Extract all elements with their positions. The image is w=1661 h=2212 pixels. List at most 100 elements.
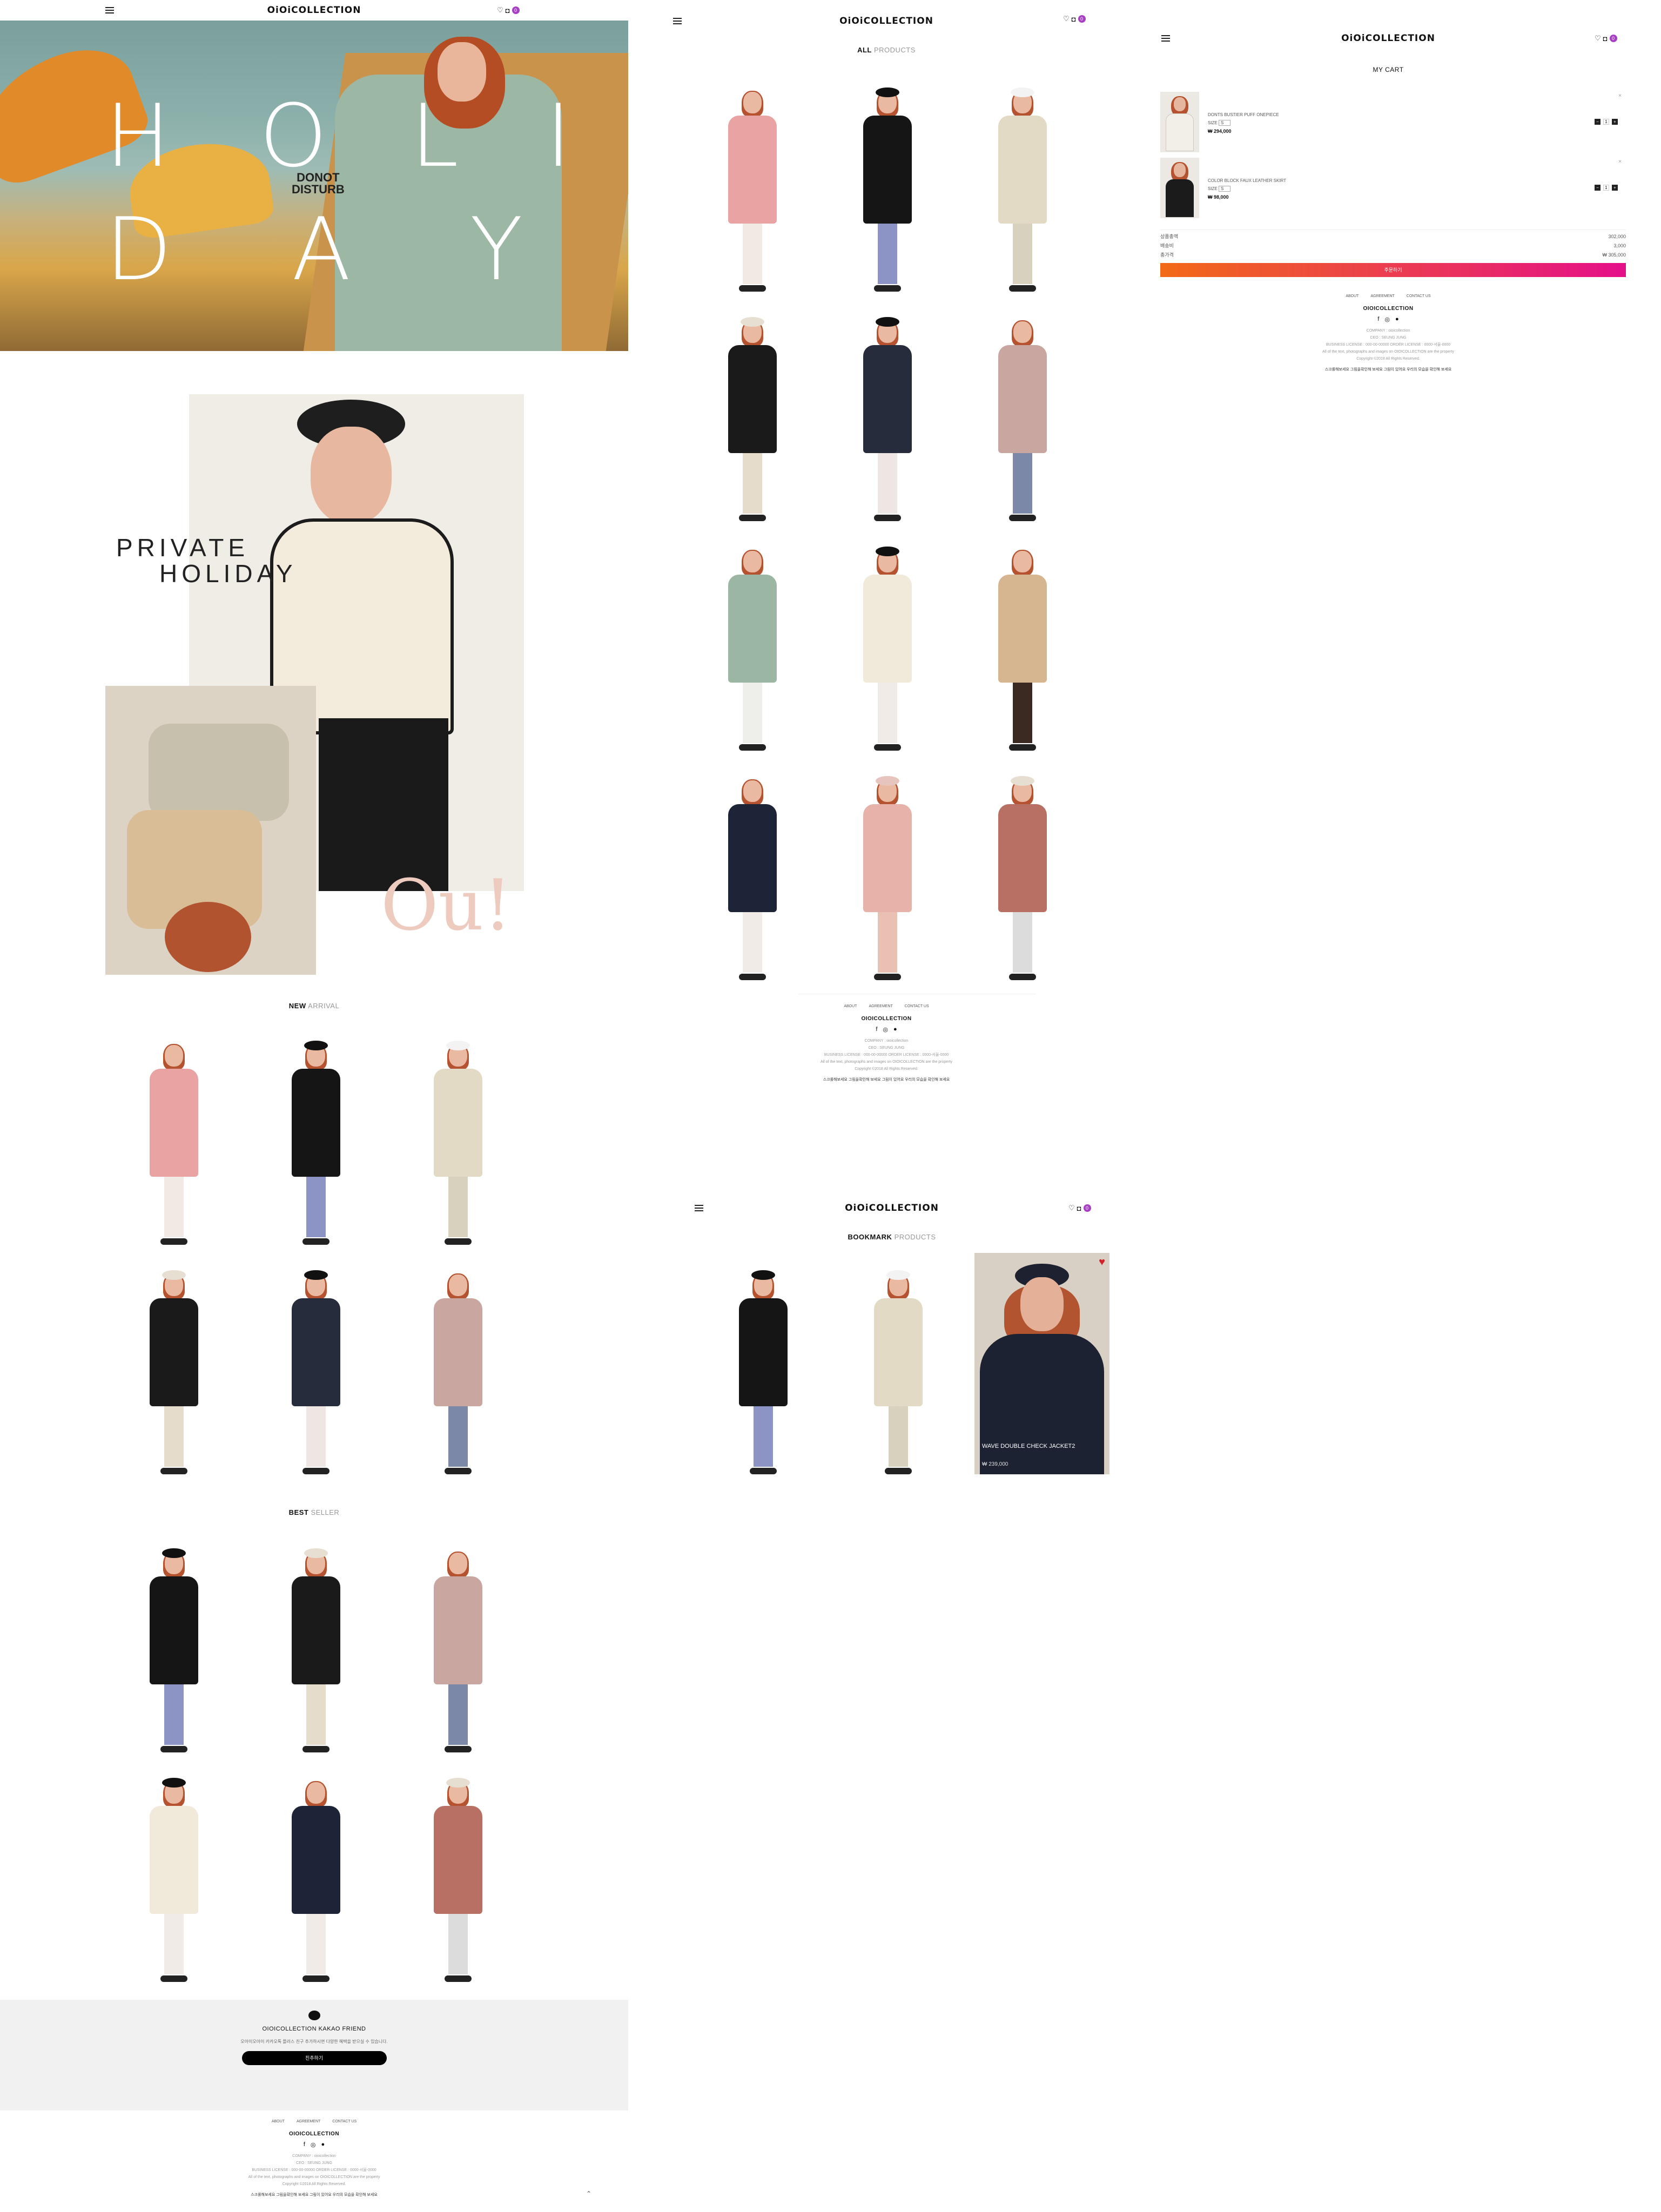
remove-icon[interactable]: × [1618,159,1622,165]
footer-link[interactable]: CONTACT US [1407,294,1431,298]
product-card[interactable] [685,764,820,980]
product-card[interactable] [387,1029,529,1245]
product-card[interactable] [831,1253,966,1474]
hero-banner[interactable]: H O L I D A Y DONOT DISTURB [0,21,628,351]
bag-icon[interactable]: ◘ [1603,35,1608,43]
model-figure [434,1273,483,1474]
size-label: SIZE [1208,120,1218,125]
logo[interactable]: OiOiCOLLECTION [845,1203,939,1213]
heart-icon[interactable]: ♥ [1099,1256,1105,1269]
product-card[interactable] [685,535,820,751]
hamburger-icon[interactable] [695,1205,703,1211]
footer-link[interactable]: AGREEMENT [869,1004,892,1008]
footer-link[interactable]: AGREEMENT [297,2120,320,2123]
heart-icon[interactable]: ♡ [1063,15,1070,23]
bag-icon[interactable]: ◘ [506,6,510,15]
header-icons: ♡ ◘ 0 [497,6,520,15]
footer-link[interactable]: AGREEMENT [1370,294,1394,298]
product-card[interactable] [103,1258,245,1474]
product-card[interactable] [685,305,820,521]
cart-item-image[interactable] [1160,92,1199,152]
title-light: PRODUCTS [873,46,916,54]
kakao-icon[interactable]: ● [1395,316,1399,323]
shoes-shape [445,1975,472,1982]
size-select[interactable]: S [1219,120,1231,126]
logo[interactable]: OiOiCOLLECTION [1341,33,1435,44]
bag-icon[interactable]: ◘ [1077,1204,1081,1212]
product-card[interactable] [245,1536,387,1752]
model-figure [434,1041,483,1245]
instagram-icon[interactable]: ◎ [1384,316,1390,323]
hat-shape [1011,87,1034,97]
product-card[interactable] [245,1029,387,1245]
product-card[interactable] [245,1766,387,1982]
bag-icon[interactable]: ◘ [1072,15,1076,23]
qty-value[interactable]: 1 [1603,119,1609,125]
heart-icon[interactable]: ♡ [1595,34,1601,43]
product-card[interactable] [820,305,955,521]
product-card[interactable] [387,1766,529,1982]
hamburger-icon[interactable] [105,7,114,14]
heart-icon[interactable]: ♡ [1068,1204,1075,1212]
hat-shape [162,1270,186,1280]
cart-item-size: SIZE S [1208,120,1231,126]
product-card[interactable] [820,764,955,980]
hamburger-icon[interactable] [1161,35,1170,42]
info-line: COMPANY : oioicollection [1366,329,1410,333]
product-card[interactable] [696,1253,831,1474]
qty-minus-button[interactable]: − [1595,119,1601,125]
footer-link[interactable]: CONTACT US [332,2120,357,2123]
hero-letter: A [292,199,351,300]
bookmark-featured-card[interactable]: ♥ WAVE DOUBLE CHECK JACKET2 ₩ 239,000 [974,1253,1109,1474]
hat-shape [304,1041,328,1050]
product-card[interactable] [103,1766,245,1982]
size-select[interactable]: S [1219,186,1231,192]
model-figure [434,1778,483,1982]
footer-logo[interactable]: OIOICOLLECTION [1145,306,1631,312]
kakao-icon[interactable]: ● [893,1026,897,1033]
featured-name: WAVE DOUBLE CHECK JACKET2 [982,1443,1075,1449]
facebook-icon[interactable]: f [304,2141,305,2148]
qty-plus-button[interactable]: + [1612,185,1618,191]
product-card[interactable] [955,535,1090,751]
footer-link[interactable]: ABOUT [1346,294,1359,298]
product-card[interactable] [820,535,955,751]
product-card[interactable] [245,1258,387,1474]
logo[interactable]: OiOiCOLLECTION [839,16,933,26]
footer-link[interactable]: CONTACT US [905,1004,929,1008]
shoes-shape [302,1975,329,1982]
scroll-top-icon[interactable]: ⌃ [586,2190,591,2197]
product-card[interactable] [387,1536,529,1752]
footer-link[interactable]: ABOUT [844,1004,857,1008]
product-card[interactable] [387,1258,529,1474]
product-card[interactable] [955,76,1090,292]
remove-icon[interactable]: × [1618,93,1622,99]
product-card[interactable] [685,76,820,292]
collage-photo-small[interactable] [105,686,316,975]
checkout-button[interactable]: 주문하기 [1160,263,1626,277]
product-card[interactable] [103,1029,245,1245]
qty-minus-button[interactable]: − [1595,185,1601,191]
hamburger-icon[interactable] [673,18,682,24]
bookmark-title: BOOKMARK PRODUCTS [674,1233,1109,1241]
instagram-icon[interactable]: ◎ [883,1026,888,1033]
footer-logo[interactable]: OIOICOLLECTION [0,2131,628,2137]
kakao-icon[interactable]: ● [321,2141,325,2148]
cart-item-image[interactable] [1160,158,1199,218]
product-card[interactable] [955,764,1090,980]
product-card[interactable] [955,305,1090,521]
facebook-icon[interactable]: f [876,1026,877,1033]
instagram-icon[interactable]: ◎ [311,2141,316,2148]
qty-plus-button[interactable]: + [1612,119,1618,125]
qty-value[interactable]: 1 [1603,185,1609,191]
product-card[interactable] [820,76,955,292]
product-card[interactable] [103,1536,245,1752]
summary-row: 총가격 ₩ 305,000 [1160,251,1626,260]
heart-icon[interactable]: ♡ [497,6,503,15]
logo[interactable]: OiOiCOLLECTION [267,5,361,16]
add-friend-button[interactable]: 친추하기 [241,2051,387,2065]
footer-logo[interactable]: OIOICOLLECTION [663,1016,1109,1022]
footer-link[interactable]: ABOUT [272,2120,285,2123]
title-bold: BOOKMARK [848,1233,892,1241]
facebook-icon[interactable]: f [1377,316,1379,323]
